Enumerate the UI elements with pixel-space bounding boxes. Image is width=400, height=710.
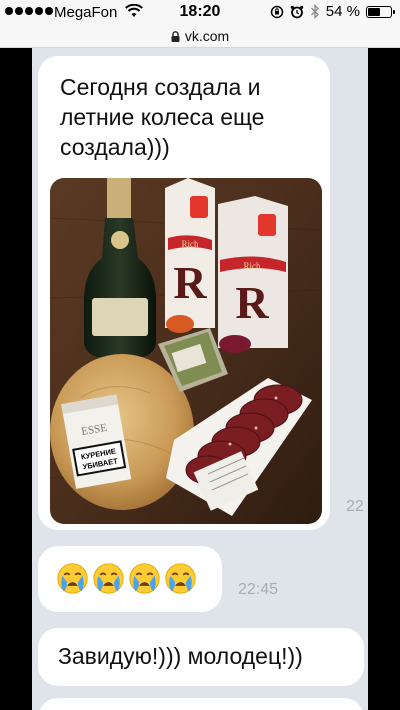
url-text: vk.com: [184, 28, 230, 44]
message-bubble[interactable]: [38, 546, 222, 612]
juice-logo: R: [173, 257, 207, 308]
message-bubble[interactable]: Завидую!))) молодец!)): [38, 628, 364, 686]
battery-level: [368, 7, 380, 16]
message-text: Завидую!))) молодец!)): [58, 643, 303, 669]
attached-photo[interactable]: R Rich R Rich ESSE КУРЕНИЕ УБИВАЕТ: [50, 178, 322, 524]
battery-icon: [366, 5, 395, 18]
juice-carton: R Rich: [218, 196, 288, 353]
message-text: Сегодня создала и летние колеса еще созд…: [60, 74, 265, 160]
lock-icon: [171, 30, 180, 42]
chat-area[interactable]: Сегодня создала и летние колеса еще созд…: [32, 48, 368, 710]
top-bar: MegaFon 18:20 54 % vk.com: [0, 0, 400, 48]
url-bar[interactable]: vk.com: [0, 26, 400, 46]
battery-percent: 54 %: [325, 3, 360, 20]
status-bar: MegaFon 18:20 54 %: [0, 0, 400, 26]
juice-logo: R: [235, 277, 269, 328]
message-time: 22: [346, 498, 364, 515]
alarm-icon: [290, 5, 304, 18]
juice-carton: R Rich: [165, 178, 215, 333]
message-time: 22:45: [238, 581, 279, 598]
emoji-row: [56, 562, 197, 595]
loudly-crying-face-icon: [93, 563, 124, 594]
rotation-lock-icon: [270, 5, 284, 18]
message-bubble[interactable]: [38, 698, 364, 710]
loudly-crying-face-icon: [165, 563, 196, 594]
juice-brand: Rich: [244, 261, 261, 271]
loudly-crying-face-icon: [57, 563, 88, 594]
loudly-crying-face-icon: [129, 563, 160, 594]
juice-brand: Rich: [182, 239, 199, 249]
bluetooth-icon: [310, 4, 319, 19]
message-bubble[interactable]: Сегодня создала и летние колеса еще созд…: [38, 56, 330, 530]
